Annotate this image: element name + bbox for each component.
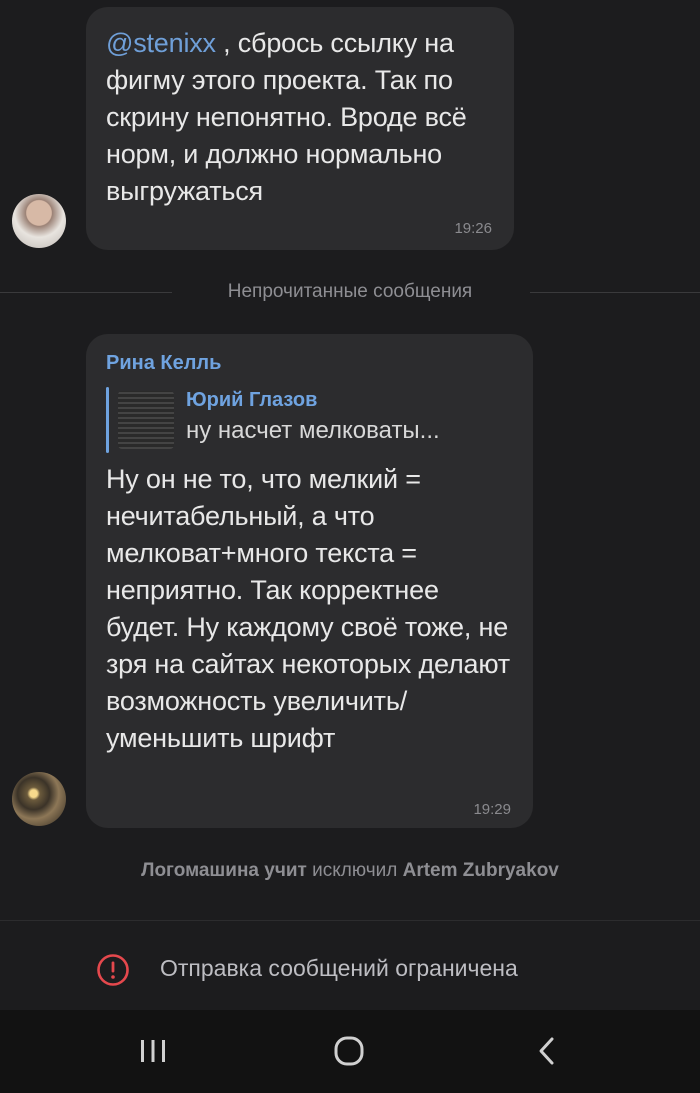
service-action: исключил — [312, 860, 398, 881]
message-text: @stenixx , сбрось ссылку на фигму этого … — [106, 25, 494, 210]
mention-link[interactable]: @stenixx — [106, 28, 216, 58]
message-time: 19:29 — [473, 801, 511, 818]
chat-area: @stenixx , сбрось ссылку на фигму этого … — [0, 0, 700, 920]
alert-circle-icon — [97, 954, 129, 986]
recent-apps-icon[interactable] — [128, 1030, 178, 1070]
reply-quote[interactable]: Юрий Глазов ну насчет мелковаты... — [106, 387, 513, 453]
message-bubble[interactable]: Рина Келль Юрий Глазов ну насчет мелкова… — [86, 334, 533, 828]
sender-name[interactable]: Рина Келль — [106, 352, 513, 375]
message-bubble[interactable]: @stenixx , сбрось ссылку на фигму этого … — [86, 7, 514, 250]
service-target[interactable]: Artem Zubryakov — [403, 860, 559, 881]
unread-divider: Непрочитанные сообщения — [0, 277, 700, 307]
avatar[interactable] — [12, 194, 66, 248]
reply-text: ну насчет мелковаты... — [186, 417, 440, 444]
system-nav-bar — [0, 1010, 700, 1093]
reply-bar — [106, 387, 109, 453]
back-icon[interactable] — [522, 1030, 572, 1070]
reply-author: Юрий Глазов — [186, 389, 318, 411]
home-icon[interactable] — [324, 1030, 374, 1070]
divider-line — [530, 292, 700, 293]
message-time: 19:26 — [454, 220, 492, 237]
restricted-bar: Отправка сообщений ограничена — [0, 920, 700, 1011]
service-message: Логомашина учит исключил Artem Zubryakov — [0, 860, 700, 882]
reply-thumbnail — [118, 391, 174, 449]
message-body: Ну он не то, что мелкий = нечитабельный,… — [106, 464, 510, 753]
avatar[interactable] — [12, 772, 66, 826]
service-actor[interactable]: Логомашина учит — [141, 860, 307, 881]
restricted-notice: Отправка сообщений ограничена — [160, 955, 518, 981]
